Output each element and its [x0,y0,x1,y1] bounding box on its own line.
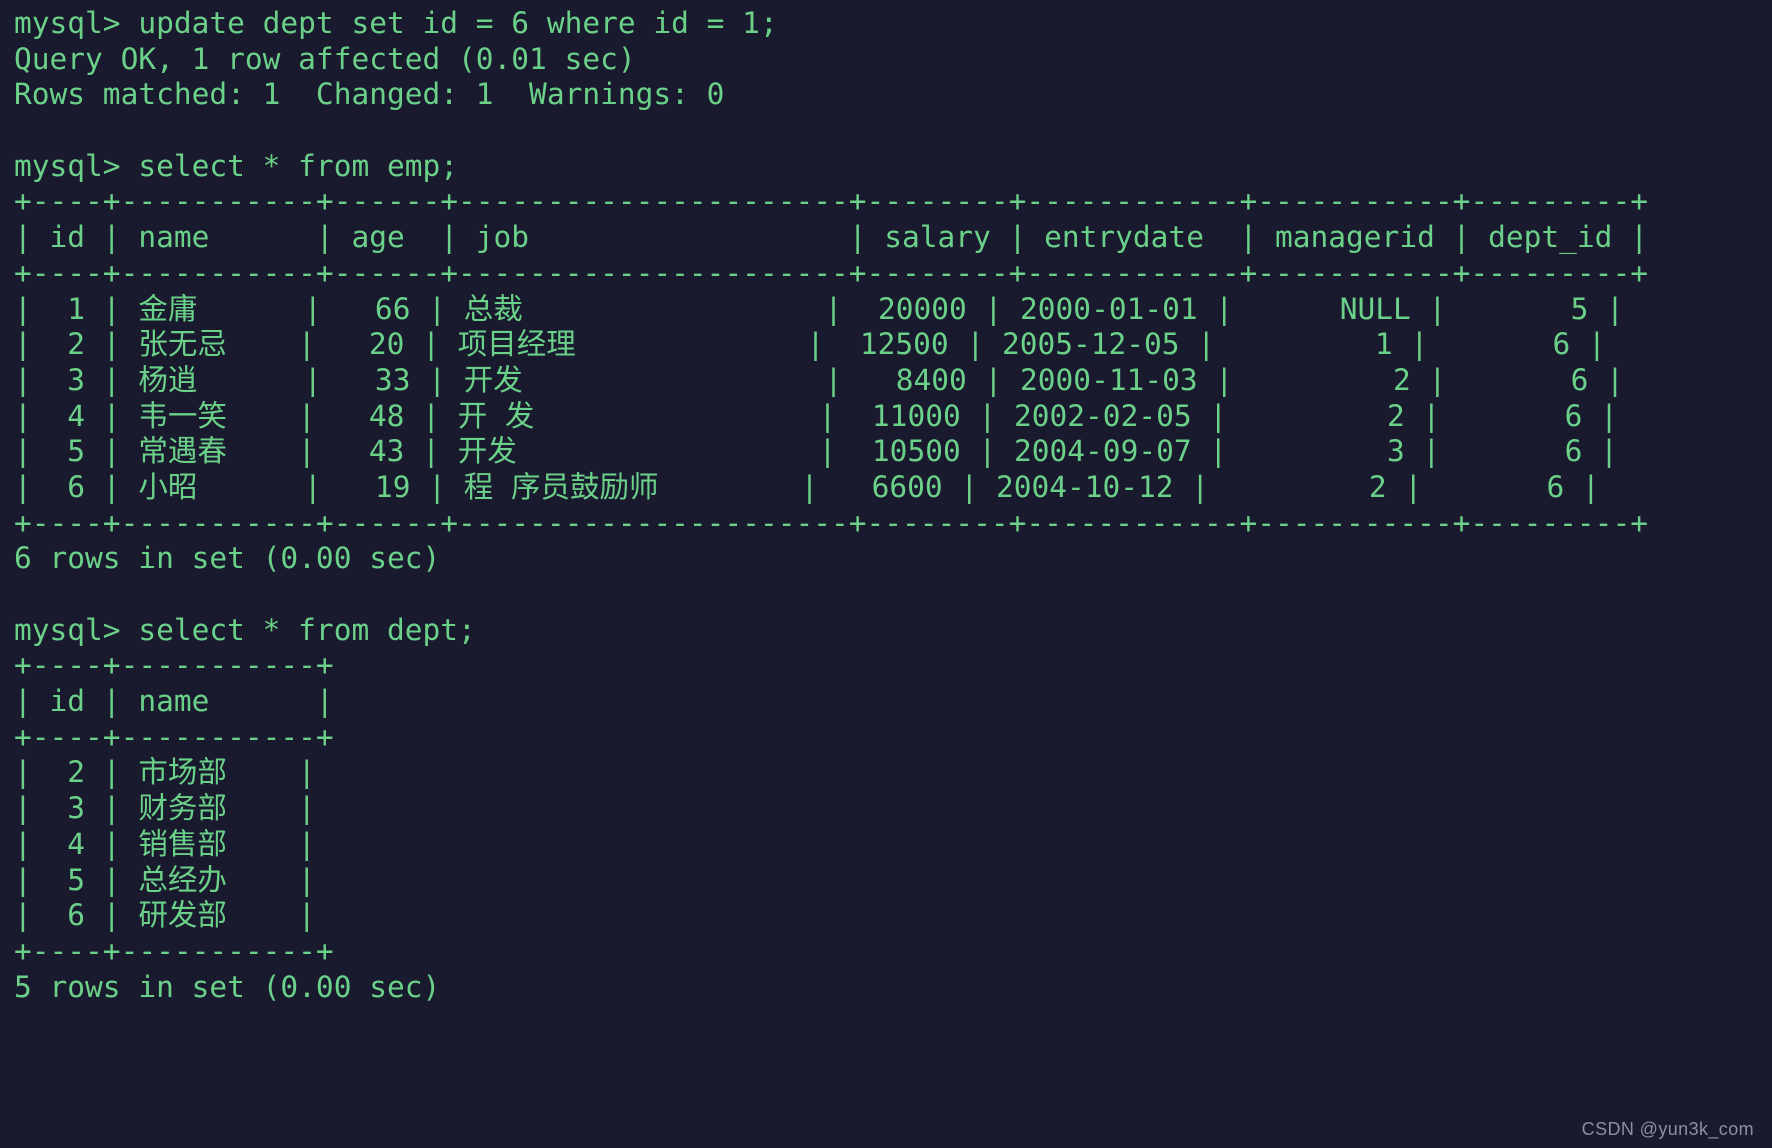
terminal-line: | 4 | 韦一笑 | 48 | 开 发 | 11000 | 2002-02-0… [14,398,1618,433]
terminal-line: | 2 | 张无忌 | 20 | 项目经理 | 12500 | 2005-12-… [14,327,1606,362]
terminal-line: | 2 | 市场部 | [14,755,316,790]
terminal-line-list: mysql> update dept set id = 6 where id =… [14,6,1772,1005]
terminal-line: +----+-----------+------+---------------… [14,184,1648,219]
terminal-line: Query OK, 1 row affected (0.01 sec) [14,41,636,76]
terminal-line: | 4 | 销售部 | [14,826,316,861]
terminal-line: | 6 | 小昭 | 19 | 程 序员鼓励师 | 6600 | 2004-10… [14,469,1600,504]
terminal-line: | id | name | age | job | salary | entry… [14,220,1648,255]
terminal-line: | 5 | 总经办 | [14,862,316,897]
terminal-line: +----+-----------+ [14,719,334,754]
terminal-line: mysql> select * from dept; [14,612,476,647]
terminal-line: Rows matched: 1 Changed: 1 Warnings: 0 [14,77,725,112]
terminal-line: | 1 | 金庸 | 66 | 总裁 | 20000 | 2000-01-01 … [14,291,1624,326]
terminal-line: | 3 | 杨逍 | 33 | 开发 | 8400 | 2000-11-03 |… [14,362,1624,397]
terminal-line: +----+-----------+ [14,648,334,683]
terminal-output[interactable]: mysql> update dept set id = 6 where id =… [0,0,1772,1148]
terminal-line: +----+-----------+------+---------------… [14,255,1648,290]
terminal-line: | id | name | [14,684,334,719]
terminal-line: | 3 | 财务部 | [14,791,316,826]
terminal-line: +----+-----------+ [14,933,334,968]
terminal-line: +----+-----------+------+---------------… [14,505,1648,540]
terminal-line: 6 rows in set (0.00 sec) [14,541,441,576]
terminal-line: | 5 | 常遇春 | 43 | 开发 | 10500 | 2004-09-07… [14,434,1618,469]
terminal-line: | 6 | 研发部 | [14,898,316,933]
csdn-watermark: CSDN @yun3k_com [1581,1119,1754,1139]
terminal-line: 5 rows in set (0.00 sec) [14,969,441,1004]
terminal-line: mysql> update dept set id = 6 where id =… [14,6,778,40]
terminal-line: mysql> select * from emp; [14,148,459,183]
